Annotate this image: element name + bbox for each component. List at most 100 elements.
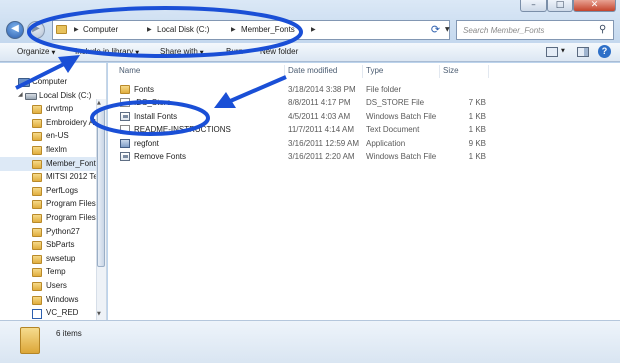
tree-item[interactable]: VC_RED xyxy=(0,306,96,320)
file-date: 11/7/2011 4:14 AM xyxy=(288,125,354,135)
tree-item[interactable]: Program Files ( xyxy=(0,211,96,225)
tree-item[interactable]: Python27 xyxy=(0,225,96,239)
scroll-down-icon[interactable]: ▼ xyxy=(97,311,101,317)
share-with-button[interactable]: Share with ▼ xyxy=(160,47,204,56)
address-bar[interactable]: ▶ Computer ▶ Local Disk (C:) ▶ Member_Fo… xyxy=(52,20,450,40)
file-type: Application xyxy=(366,138,406,148)
tree-item[interactable]: Temp xyxy=(0,265,96,279)
tree-item[interactable]: SbParts xyxy=(0,238,96,252)
tree-item-label: SbParts xyxy=(46,240,75,250)
close-button[interactable]: ✕ xyxy=(573,0,616,12)
file-row[interactable]: README-INSTRUCTIONS 11/7/2011 4:14 AM Text… xyxy=(108,123,620,136)
folder-icon xyxy=(32,200,42,210)
column-header-type[interactable]: Type xyxy=(366,66,383,75)
folder-icon xyxy=(32,282,42,291)
tree-item[interactable]: PerfLogs xyxy=(0,184,96,198)
tree-item-label: Windows xyxy=(46,294,79,304)
file-date: 4/5/2011 4:03 AM xyxy=(288,111,351,121)
search-box[interactable]: Search Member_Fonts ⚲ xyxy=(456,20,614,40)
breadcrumb-separator-icon[interactable]: ▶ xyxy=(311,25,316,35)
file-list: Name Date modified Type Size Fonts 3/18/2… xyxy=(108,63,620,320)
tree-item[interactable]: Users xyxy=(0,279,96,293)
tree-item-label: Program Files ( xyxy=(46,213,96,222)
file-date: 3/18/2014 3:38 PM xyxy=(288,85,356,94)
new-folder-button[interactable]: New folder xyxy=(260,47,298,56)
chevron-down-icon: ▼ xyxy=(135,50,140,56)
tree-item[interactable]: ◢ Local Disk (C:) xyxy=(0,89,96,103)
scroll-up-icon[interactable]: ▲ xyxy=(97,100,101,106)
tree-item[interactable]: en-US xyxy=(0,129,96,143)
tree-item[interactable]: Member_Fonts xyxy=(0,156,96,171)
breadcrumb-separator-icon[interactable]: ▶ xyxy=(147,25,152,35)
expand-icon[interactable]: ◢ xyxy=(18,91,23,98)
tree-item[interactable]: Windows xyxy=(0,293,96,307)
file-date: 8/8/2011 4:17 PM xyxy=(288,98,351,108)
batch-file-icon xyxy=(120,111,130,121)
file-type: Text Document xyxy=(366,125,420,135)
maximize-icon: □ xyxy=(555,0,565,10)
tree-item-label: Member_Fonts xyxy=(46,158,96,168)
column-divider[interactable] xyxy=(284,65,285,78)
file-row[interactable]: Remove Fonts 3/16/2011 2:20 AM Windows Bat… xyxy=(108,150,620,163)
column-header-date[interactable]: Date modified xyxy=(288,66,337,75)
folder-icon xyxy=(32,105,42,115)
folder-icon xyxy=(32,146,42,155)
maximize-button[interactable]: □ xyxy=(547,0,573,12)
preview-pane-icon[interactable] xyxy=(577,47,589,57)
tree-item[interactable]: MITSI 2012 Ten xyxy=(0,170,96,184)
chevron-down-icon[interactable]: ▼ xyxy=(561,48,565,54)
minimize-icon: – xyxy=(531,0,536,10)
tree-item-label: Temp xyxy=(46,267,66,277)
tree-item[interactable]: Embroidery Alb xyxy=(0,116,96,130)
vc-red-icon xyxy=(32,309,42,320)
tree-item[interactable]: drvrtmp xyxy=(0,102,96,116)
navigation-pane: Computer ◢ Local Disk (C:) drvrtmp Embroider… xyxy=(0,63,107,320)
column-header-name[interactable]: Name xyxy=(119,66,140,75)
tree-item-label: Computer xyxy=(32,77,68,86)
forward-button[interactable]: ▶ xyxy=(27,21,45,39)
tree-item-label: en-US xyxy=(46,131,69,141)
change-view-icon[interactable] xyxy=(546,47,558,57)
file-icon xyxy=(120,98,130,108)
file-name: Remove Fonts xyxy=(134,152,187,161)
burn-button[interactable]: Burn xyxy=(226,47,243,56)
breadcrumb-computer[interactable]: Computer xyxy=(83,25,118,34)
file-row[interactable]: Install Fonts 4/5/2011 4:03 AM Windows Bat… xyxy=(108,110,620,123)
search-icon[interactable]: ⚲ xyxy=(599,24,606,35)
folder-icon xyxy=(32,254,42,264)
breadcrumb-local-disk[interactable]: Local Disk (C:) xyxy=(157,25,209,34)
column-divider[interactable] xyxy=(362,65,363,78)
command-bar: Organize ▼ Include in library ▼ Share with… xyxy=(0,43,620,62)
chevron-down-icon: ▼ xyxy=(51,50,56,56)
tree-item-label: Embroidery Alb xyxy=(46,117,96,127)
tree-item[interactable]: Program Files xyxy=(0,197,96,211)
file-row[interactable]: Fonts 3/18/2014 3:38 PM File folder xyxy=(108,83,620,96)
breadcrumb-separator-icon[interactable]: ▶ xyxy=(74,25,79,35)
search-placeholder: Search Member_Fonts xyxy=(463,26,545,35)
tree-item[interactable]: Computer xyxy=(0,75,96,89)
organize-label: Organize xyxy=(17,47,50,56)
minimize-button[interactable]: – xyxy=(520,0,547,12)
folder-icon xyxy=(32,186,42,196)
column-divider[interactable] xyxy=(439,65,440,78)
refresh-button[interactable]: ⟳ xyxy=(422,22,449,38)
back-button[interactable]: ◀ xyxy=(6,21,24,39)
tree-item[interactable]: flexlm xyxy=(0,143,96,157)
computer-icon xyxy=(18,78,30,87)
file-type: File folder xyxy=(366,85,402,94)
folder-icon xyxy=(120,85,130,94)
file-row[interactable]: regfont 3/16/2011 12:59 AM Application 9 KB xyxy=(108,137,620,150)
breadcrumb-member-fonts[interactable]: Member_Fonts xyxy=(241,25,295,34)
nav-scrollbar-thumb[interactable] xyxy=(97,109,105,267)
file-row[interactable]: .DS_Store 8/8/2011 4:17 PM DS_STORE File 7 … xyxy=(108,96,620,109)
tree-item-label: swsetup xyxy=(46,253,76,263)
include-in-library-button[interactable]: Include in library ▼ xyxy=(75,47,139,56)
folder-icon xyxy=(32,241,42,251)
tree-item[interactable]: swsetup xyxy=(0,252,96,266)
organize-button[interactable]: Organize ▼ xyxy=(17,47,55,56)
column-header-size[interactable]: Size xyxy=(443,66,459,75)
column-divider[interactable] xyxy=(488,65,489,78)
help-icon[interactable]: ? xyxy=(598,45,611,58)
breadcrumb-separator-icon[interactable]: ▶ xyxy=(231,25,236,35)
file-date: 3/16/2011 12:59 AM xyxy=(288,138,360,148)
